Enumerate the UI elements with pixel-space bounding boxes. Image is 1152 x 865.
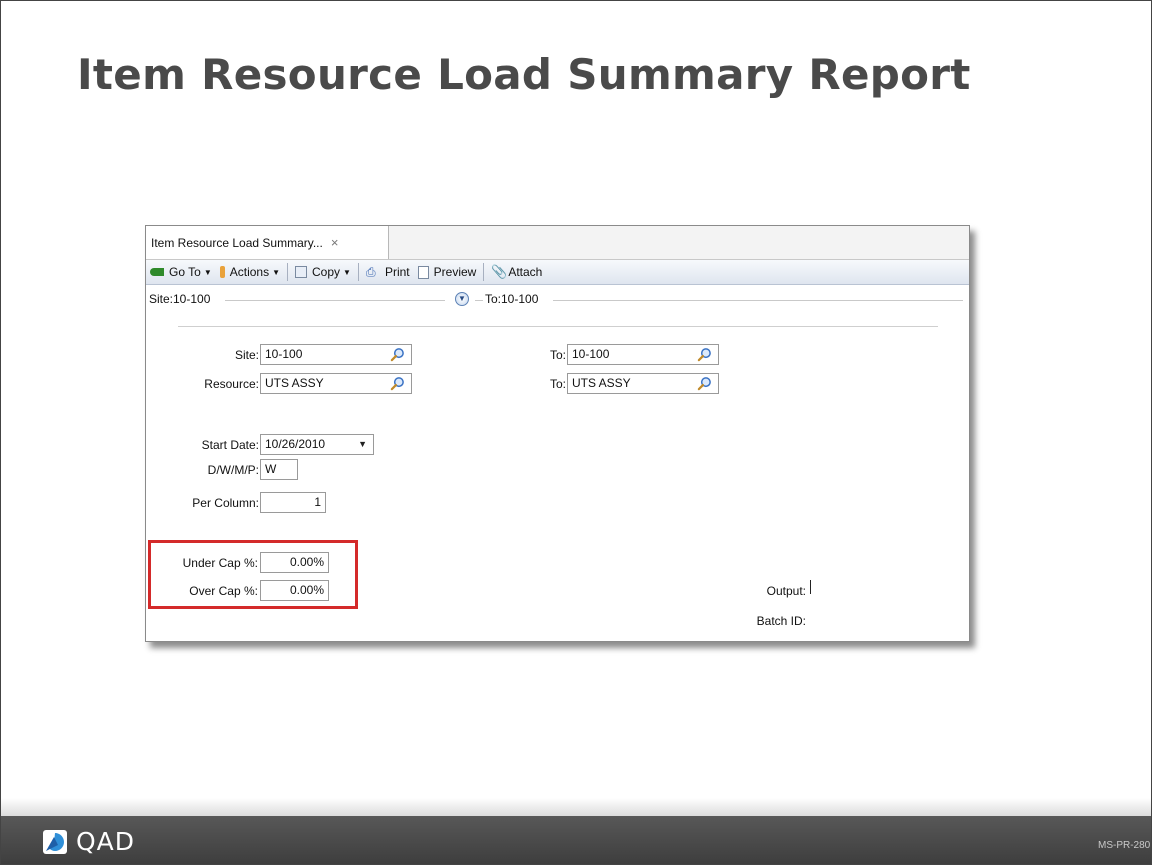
site-field[interactable]: 10-100 [260, 344, 412, 365]
batch-id-label: Batch ID: [756, 614, 806, 628]
search-icon[interactable] [697, 347, 712, 362]
chevron-down-icon: ▼ [272, 267, 281, 277]
search-icon[interactable] [697, 376, 712, 391]
tab-label: Item Resource Load Summary... [151, 235, 323, 250]
per-column-label: Per Column: [192, 496, 259, 510]
preview-button[interactable]: Preview [414, 265, 481, 279]
chevron-down-icon[interactable]: ▼ [358, 435, 367, 454]
site-to-summary: To:10-100 [485, 292, 539, 306]
attach-button[interactable]: 📎 Attach [487, 265, 546, 279]
printer-icon: ⎙ [365, 265, 376, 279]
highlight-box [148, 540, 358, 609]
resource-to-field[interactable]: UTS ASSY [567, 373, 719, 394]
start-date-field[interactable]: 10/26/2010 ▼ [260, 434, 374, 455]
divider [178, 326, 938, 327]
output-label: Output: [766, 584, 806, 598]
qad-logo: QAD [42, 827, 135, 856]
chevron-down-icon: ▼ [203, 267, 212, 277]
site-from-summary: Site:10-100 [149, 292, 211, 306]
site-value: 10-100 [265, 347, 303, 361]
actions-icon [219, 266, 225, 278]
dwmp-label: D/W/M/P: [207, 463, 259, 477]
collapse-icon[interactable]: ▼ [455, 292, 469, 306]
close-icon[interactable]: × [331, 235, 339, 250]
footer-gradient [1, 798, 1151, 816]
start-date-value: 10/26/2010 [265, 437, 326, 451]
site-label: Site: [234, 348, 259, 362]
tab-strip: Item Resource Load Summary... × [146, 226, 969, 260]
preview-icon [417, 265, 429, 279]
qad-logo-text: QAD [76, 827, 136, 856]
copy-icon [295, 266, 308, 278]
copy-button[interactable]: Copy ▼ [291, 265, 355, 279]
print-label: Print [384, 265, 410, 279]
divider [475, 300, 483, 301]
search-icon[interactable] [390, 347, 405, 362]
resource-value: UTS ASSY [265, 376, 324, 390]
start-date-label: Start Date: [201, 438, 259, 452]
slide-title: Item Resource Load Summary Report [77, 50, 971, 99]
print-button[interactable]: ⎙ Print [362, 265, 414, 279]
site-to-label: To: [549, 348, 566, 362]
output-field[interactable] [810, 580, 811, 594]
goto-button[interactable]: Go To ▼ [146, 265, 216, 279]
toolbar-separator [483, 263, 485, 281]
goto-icon [150, 268, 164, 276]
selection-summary-bar: Site:10-100 ▼ To:10-100 [149, 292, 964, 308]
resource-field[interactable]: UTS ASSY [260, 373, 412, 394]
qad-logo-icon [43, 829, 67, 854]
per-column-value: 1 [314, 495, 321, 509]
toolbar: Go To ▼ Actions ▼ Copy ▼ ⎙ Print Preview… [146, 260, 969, 285]
site-to-value: 10-100 [572, 347, 610, 361]
divider [553, 300, 963, 301]
site-to-field[interactable]: 10-100 [567, 344, 719, 365]
dwmp-value: W [265, 462, 277, 476]
search-icon[interactable] [390, 376, 405, 391]
dwmp-field[interactable]: W [260, 459, 298, 480]
resource-to-label: To: [549, 377, 566, 391]
per-column-field[interactable]: 1 [260, 492, 326, 513]
tab-item-resource-load-summary[interactable]: Item Resource Load Summary... × [146, 226, 389, 259]
actions-button[interactable]: Actions ▼ [216, 265, 284, 279]
slide-code: MS-PR-280 [1098, 840, 1151, 851]
toolbar-separator [357, 263, 359, 281]
chevron-down-icon: ▼ [343, 267, 351, 277]
attach-label: Attach [508, 265, 543, 279]
divider [225, 300, 445, 301]
actions-label: Actions [229, 265, 270, 279]
paperclip-icon: 📎 [491, 264, 508, 279]
goto-label: Go To [169, 265, 201, 279]
toolbar-separator [287, 263, 289, 281]
preview-label: Preview [433, 265, 477, 279]
copy-label: Copy [312, 265, 341, 279]
footer-bar [1, 816, 1151, 864]
resource-to-value: UTS ASSY [572, 376, 631, 390]
resource-label: Resource: [204, 377, 259, 391]
